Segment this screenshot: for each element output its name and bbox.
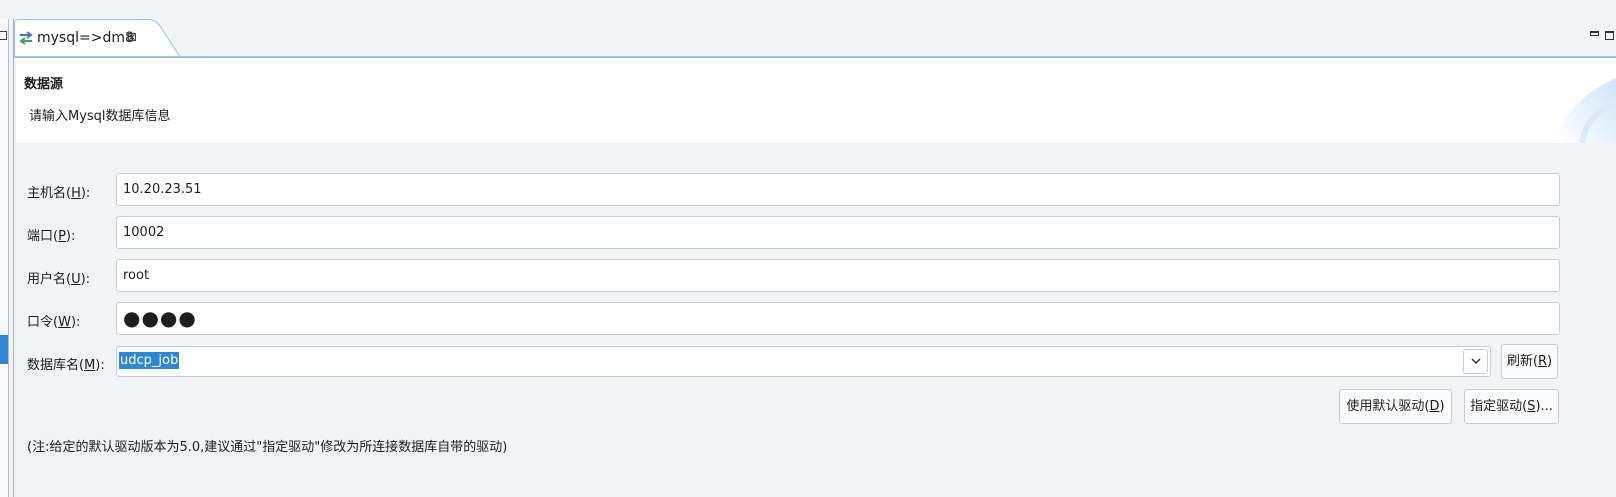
driver-note: (注:给定的默认驱动版本为5.0,建议通过"指定驱动"修改为所连接数据库自带的驱… <box>27 440 508 455</box>
password-label: 口令(W): <box>27 315 81 330</box>
use-default-driver-button[interactable]: 使用默认驱动(D) <box>1339 389 1452 424</box>
maximize-icon[interactable] <box>1605 30 1614 40</box>
database-combo[interactable]: udcp_job <box>116 346 1491 377</box>
tab-bar: mysql=>dm8 ⊠ <box>14 19 1616 58</box>
page-description: 请输入Mysql数据库信息 <box>29 109 171 124</box>
host-label: 主机名(H): <box>27 186 91 201</box>
username-input[interactable]: root <box>116 259 1560 292</box>
port-input[interactable]: 10002 <box>116 216 1560 249</box>
transfer-arrows-icon <box>19 31 33 45</box>
chevron-down-icon <box>1471 358 1481 365</box>
minimize-icon[interactable] <box>1590 30 1599 36</box>
page-title: 数据源 <box>24 77 64 92</box>
wizard-header: 数据源 请输入Mysql数据库信息 <box>16 58 1616 143</box>
dropdown-button[interactable] <box>1463 349 1488 374</box>
restore-icon[interactable] <box>0 31 7 40</box>
window-controls <box>1590 28 1614 42</box>
username-label: 用户名(U): <box>27 272 91 287</box>
port-label: 端口(P): <box>27 229 76 244</box>
editor-area: mysql=>dm8 ⊠ 数据源 请输入Mysql数据库信息 主机名(H): 1… <box>13 19 1616 497</box>
host-input[interactable]: 10.20.23.51 <box>116 173 1560 206</box>
tab-mysql-dm8[interactable]: mysql=>dm8 ⊠ <box>14 19 182 58</box>
wizard-content: 数据源 请输入Mysql数据库信息 主机名(H): 10.20.23.51 端口… <box>16 58 1616 497</box>
database-label: 数据库名(M): <box>27 358 105 373</box>
password-input[interactable]: ●●●● <box>116 302 1560 335</box>
specify-driver-button[interactable]: 指定驱动(S)... <box>1464 389 1559 424</box>
tab-label: mysql=>dm8 <box>37 30 134 46</box>
close-icon[interactable]: ⊠ <box>127 30 137 44</box>
selected-item-indicator <box>0 335 8 364</box>
database-combo-value[interactable]: udcp_job <box>119 352 180 369</box>
refresh-button[interactable]: 刷新(R) <box>1501 344 1558 379</box>
header-decoration-icon <box>1557 78 1616 143</box>
left-panel-strip <box>0 19 9 497</box>
